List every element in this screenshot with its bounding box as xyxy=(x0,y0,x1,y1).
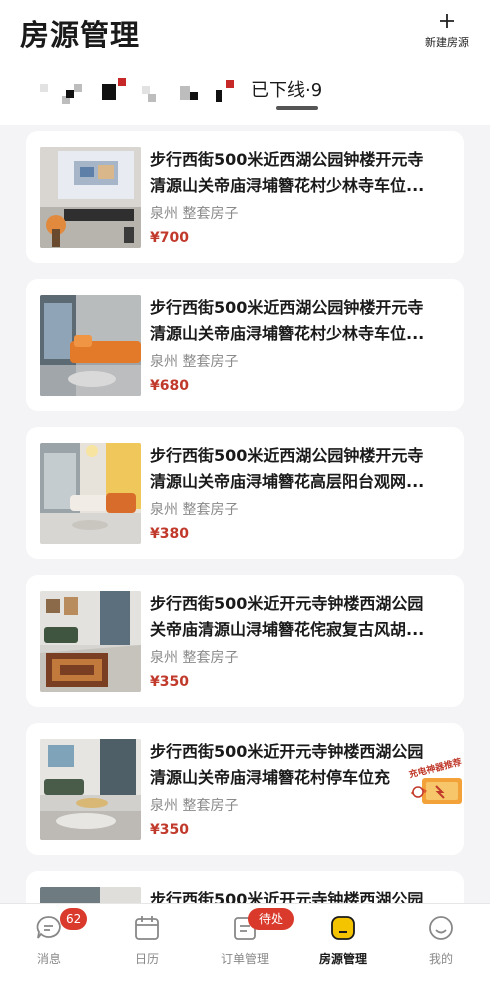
bottom-tab-bar: 62 消息 日历 待处理 订单管理 房源管理 我的 xyxy=(0,903,490,983)
listing-title: 步行西街500米近开元寺钟楼西湖公园 关帝庙清源山浔埔簪花侘寂复古风胡... xyxy=(150,591,450,643)
listing-title: 步行西街500米近开元寺钟楼西湖公园 清源山关帝庙浔埔簪花村停车位充 xyxy=(150,739,450,791)
orders-badge: 待处理 xyxy=(248,908,294,948)
listing-title: 步行西街500米近西湖公园钟楼开元寺 清源山关帝庙浔埔簪花村少林寺车位... xyxy=(150,295,450,347)
listing-title-line2: 关帝庙清源山浔埔簪花侘寂复古风胡... xyxy=(150,620,425,639)
listing-price: ¥380 xyxy=(150,526,189,542)
listing-photo xyxy=(40,295,141,396)
header: 房源管理 新建房源 已下线·9 xyxy=(0,0,490,125)
tab-messages[interactable]: 62 消息 xyxy=(0,904,98,983)
listing-icon xyxy=(331,916,355,940)
listing-title-line1: 步行西街500米近西湖公园钟楼开元寺 xyxy=(150,150,424,169)
listing-price: ¥680 xyxy=(150,378,189,394)
tab-obscured-3[interactable] xyxy=(180,78,240,102)
listing-title-line1: 步行西街500米近开元寺钟楼西湖公园 xyxy=(150,594,424,613)
tab-active-indicator xyxy=(276,106,318,110)
tab-label: 我的 xyxy=(428,952,453,966)
listing-title-line1: 步行西街500米近西湖公园钟楼开元寺 xyxy=(150,446,424,465)
listing-price: ¥350 xyxy=(150,822,189,838)
message-icon xyxy=(36,916,61,939)
new-listing-button[interactable]: 新建房源 xyxy=(418,10,476,52)
listing-price: ¥700 xyxy=(150,230,189,246)
listing-title: 步行西街500米近西湖公园钟楼开元寺 清源山关帝庙浔埔簪花高层阳台观网... xyxy=(150,443,450,495)
tab-label: 房源管理 xyxy=(318,952,367,966)
listing-subtitle: 泉州 整套房子 xyxy=(150,502,239,518)
status-tabs: 已下线·9 xyxy=(0,62,490,118)
listing-photo xyxy=(40,147,141,248)
tab-listings[interactable]: 房源管理 xyxy=(294,904,392,983)
plus-icon xyxy=(418,10,476,32)
tab-profile[interactable]: 我的 xyxy=(392,904,490,983)
listing-photo xyxy=(40,591,141,692)
listing-title-line1: 步行西街500米近西湖公园钟楼开元寺 xyxy=(150,298,424,317)
listing-card[interactable]: 步行西街500米近开元寺钟楼西湖公园 关帝庙清源山浔埔簪花侘寂复古风胡... 泉… xyxy=(26,575,464,707)
listing-photo xyxy=(40,739,141,840)
tab-label: 日历 xyxy=(134,952,159,966)
calendar-icon xyxy=(135,916,159,940)
charger-promo-icon[interactable]: 充电神器推荐 xyxy=(408,758,468,810)
listing-card[interactable]: 步行西街500米近西湖公园钟楼开元寺 清源山关帝庙浔埔簪花高层阳台观网... 泉… xyxy=(26,427,464,559)
tab-obscured-1[interactable] xyxy=(40,78,90,104)
listing-subtitle: 泉州 整套房子 xyxy=(150,206,239,222)
listing-title-line2: 清源山关帝庙浔埔簪花高层阳台观网... xyxy=(150,472,425,491)
listing-subtitle: 泉州 整套房子 xyxy=(150,650,239,666)
tab-obscured-2[interactable] xyxy=(100,78,160,102)
listing-title-line2: 清源山关帝庙浔埔簪花村少林寺车位... xyxy=(150,176,425,195)
tab-offline[interactable]: 已下线·9 xyxy=(251,76,322,102)
new-listing-label: 新建房源 xyxy=(425,36,469,49)
listing-title-line2: 清源山关帝庙浔埔簪花村少林寺车位... xyxy=(150,324,425,343)
messages-badge: 62 xyxy=(60,908,88,930)
listing-title-line2: 清源山关帝庙浔埔簪花村停车位充 xyxy=(150,768,391,787)
listing-photo xyxy=(40,443,141,544)
tab-orders[interactable]: 待处理 订单管理 xyxy=(196,904,294,983)
listing-subtitle: 泉州 整套房子 xyxy=(150,354,239,370)
tab-label: 订单管理 xyxy=(220,952,269,966)
listing-card[interactable]: 步行西街500米近开元寺钟楼西湖公园 清源山关帝庙浔埔簪花村停车位充 泉州 整套… xyxy=(26,723,464,855)
listing-price: ¥350 xyxy=(150,674,189,690)
listing-subtitle: 泉州 整套房子 xyxy=(150,798,239,814)
profile-icon xyxy=(429,916,453,940)
listing-card[interactable]: 步行西街500米近西湖公园钟楼开元寺 清源山关帝庙浔埔簪花村少林寺车位... 泉… xyxy=(26,279,464,411)
listing-title-line1: 步行西街500米近开元寺钟楼西湖公园 xyxy=(150,742,424,761)
tab-calendar[interactable]: 日历 xyxy=(98,904,196,983)
tab-label: 消息 xyxy=(36,952,61,966)
page-title: 房源管理 xyxy=(20,18,141,52)
listing-title: 步行西街500米近西湖公园钟楼开元寺 清源山关帝庙浔埔簪花村少林寺车位... xyxy=(150,147,450,199)
listing-card[interactable]: 步行西街500米近西湖公园钟楼开元寺 清源山关帝庙浔埔簪花村少林寺车位... 泉… xyxy=(26,131,464,263)
